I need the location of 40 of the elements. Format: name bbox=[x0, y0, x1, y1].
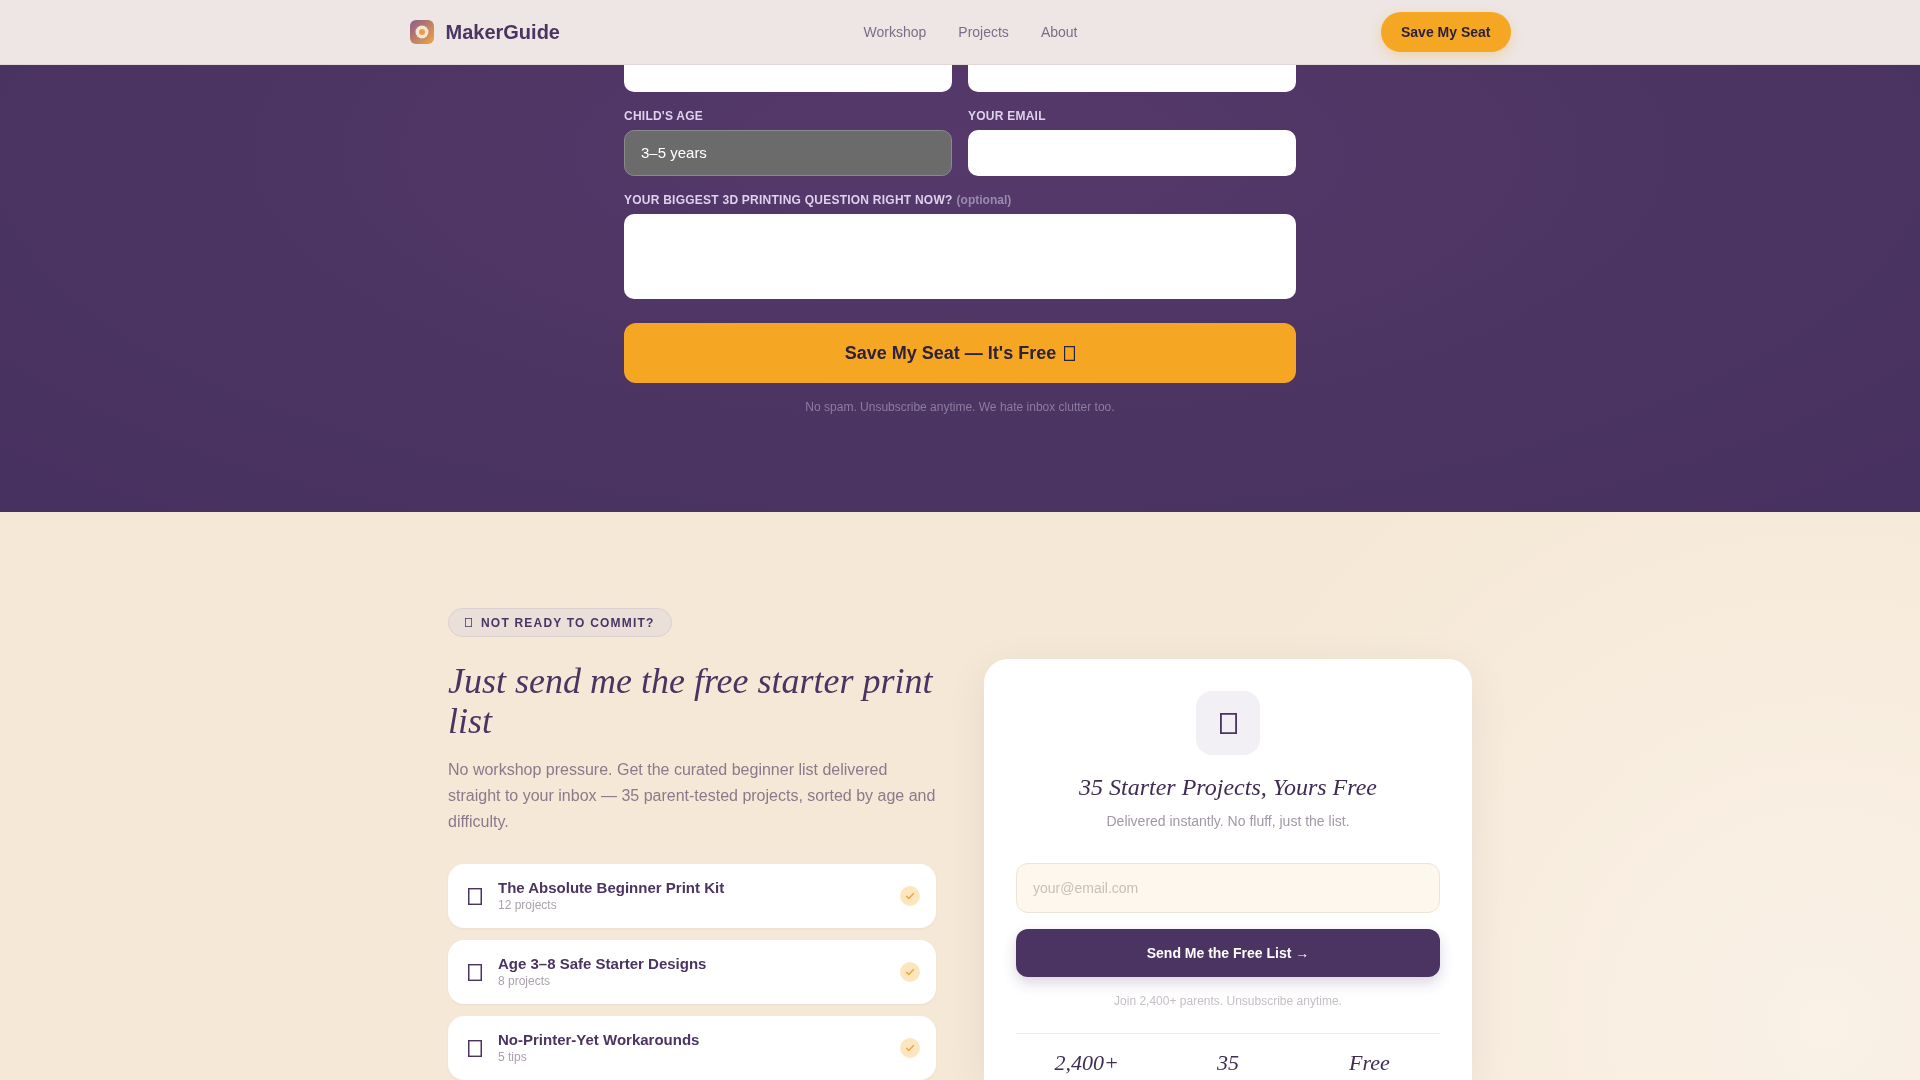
item-title: Age 3–8 Safe Starter Designs bbox=[498, 955, 708, 974]
nav-link[interactable]: About bbox=[1040, 21, 1078, 43]
submit-button[interactable]: Save My Seat — It's Free bbox=[624, 323, 1296, 383]
square-outline-icon bbox=[1064, 345, 1076, 361]
card-note: Join 2,400+ parents. Unsubscribe anytime. bbox=[1113, 993, 1343, 1009]
text-input-field[interactable] bbox=[968, 65, 1296, 92]
square-outline-icon bbox=[468, 1039, 482, 1057]
field-label: CHILD'S AGE bbox=[624, 108, 704, 124]
item-count: 5 tips bbox=[498, 1049, 528, 1066]
square-outline-icon bbox=[1219, 712, 1237, 734]
brand-name[interactable]: MakerGuide bbox=[445, 17, 560, 47]
select-field[interactable]: 3–5 years bbox=[624, 130, 952, 176]
badge-label: NOT READY TO COMMIT? bbox=[481, 614, 655, 632]
stat-value: 35 bbox=[1216, 1050, 1240, 1076]
item-title: The Absolute Beginner Print Kit bbox=[498, 879, 726, 898]
stat-value: 2,400+ bbox=[1053, 1050, 1120, 1076]
square-outline-icon bbox=[468, 887, 482, 905]
save-seat-button[interactable]: Save My Seat bbox=[1381, 12, 1511, 52]
text-input-field[interactable] bbox=[968, 130, 1296, 176]
optional-hint: (optional) bbox=[956, 192, 1012, 208]
stat-value: Free bbox=[1347, 1050, 1391, 1076]
logo-icon bbox=[409, 20, 434, 44]
email-input-field[interactable]: your@email.com bbox=[1016, 863, 1440, 913]
item-title: No-Printer-Yet Workarounds bbox=[498, 1031, 701, 1050]
form-note: No spam. Unsubscribe anytime. We hate inbox clutter too. bbox=[804, 399, 1116, 415]
card-subtitle: Delivered instantly. No fluff, just the list. bbox=[1105, 812, 1351, 831]
intro-paragraph: No workshop pressure. Get the curated beginner list delivered straight to your inbox — 35 parent-tested projects, sorted by age and difficulty. bbox=[448, 760, 936, 833]
item-count: 12 projects bbox=[498, 897, 558, 914]
text-input-field[interactable] bbox=[624, 65, 952, 92]
square-outline-icon bbox=[465, 618, 472, 627]
nav-link[interactable]: Workshop bbox=[863, 21, 927, 43]
send-list-button[interactable]: Send Me the Free List → bbox=[1016, 929, 1440, 977]
square-outline-icon bbox=[468, 963, 482, 981]
section-heading: Just send me the free starter print list bbox=[448, 662, 934, 742]
field-label: YOUR BIGGEST 3D PRINTING QUESTION RIGHT NOW? bbox=[624, 192, 953, 208]
nav-link[interactable]: Projects bbox=[958, 21, 1009, 43]
card-title: 35 Starter Projects, Yours Free bbox=[1078, 773, 1378, 802]
field-label: YOUR EMAIL bbox=[968, 108, 1046, 124]
item-count: 8 projects bbox=[498, 973, 552, 990]
textarea-field[interactable] bbox=[624, 214, 1296, 299]
